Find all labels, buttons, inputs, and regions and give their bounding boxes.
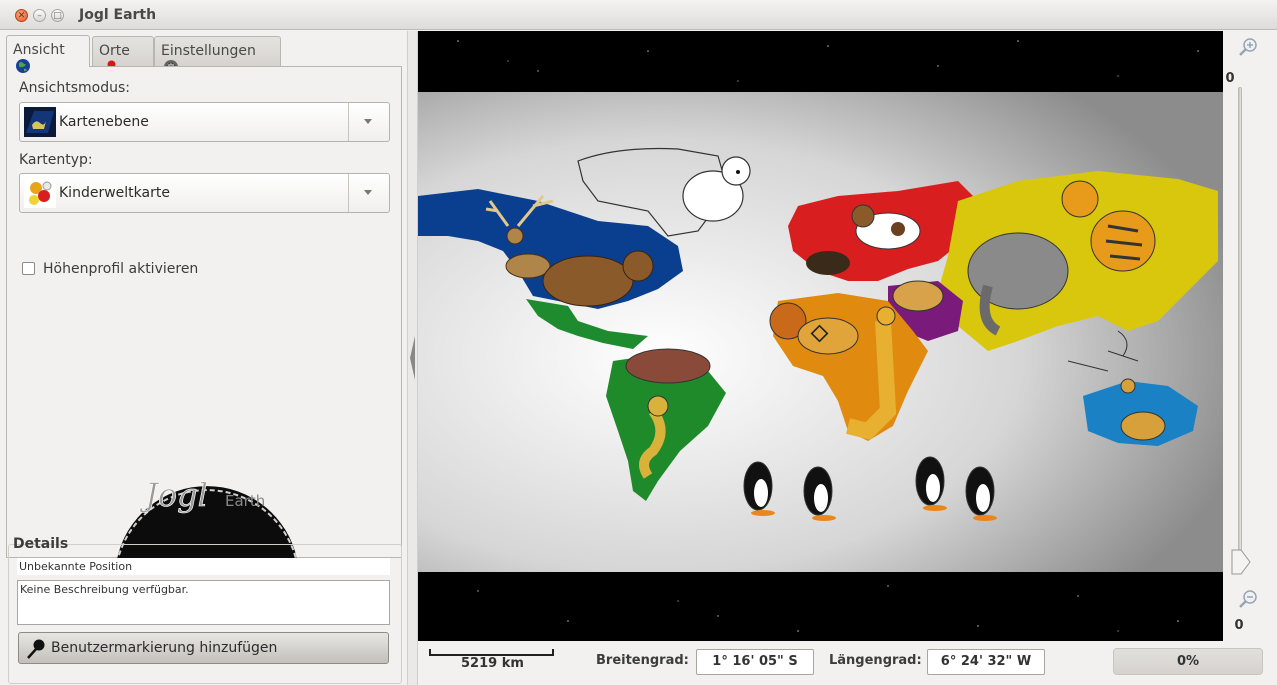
status-bar: 5219 km Breitengrad: 1° 16' 05" S Längen… <box>418 641 1277 685</box>
kids-map-thumbnail-icon <box>24 178 56 208</box>
zoom-min-value: 0 <box>1234 618 1244 633</box>
chevron-down-icon[interactable] <box>364 190 372 195</box>
details-title: Details <box>13 536 69 552</box>
combo-separator <box>348 103 349 141</box>
zoom-slider-track[interactable] <box>1238 87 1242 557</box>
tab-einstellungen[interactable]: Einstellungen <box>154 36 281 74</box>
window-titlebar: ✕ – □ Jogl Earth <box>0 0 1277 30</box>
position-name-field: Unbekannte Position <box>17 558 390 575</box>
world-map-canvas[interactable] <box>418 31 1223 641</box>
loading-progress-bar: 0% <box>1113 648 1263 675</box>
armadillo-figure <box>625 348 711 384</box>
scale-label: 5219 km <box>461 656 524 671</box>
maximize-window-button[interactable]: □ <box>51 9 64 22</box>
longitude-field: 6° 24' 32" W <box>927 649 1045 675</box>
combo-separator <box>348 174 349 212</box>
tab-label: Orte <box>99 43 130 59</box>
minimize-window-button[interactable]: – <box>33 9 46 22</box>
description-field[interactable]: Keine Beschreibung verfügbar. <box>17 580 390 625</box>
elevation-checkbox[interactable] <box>22 262 35 275</box>
tab-label: Ansicht <box>13 42 65 58</box>
chevron-down-icon[interactable] <box>364 119 372 124</box>
add-user-marker-label: Benutzermarkierung hinzufügen <box>51 640 278 656</box>
latitude-label: Breitengrad: <box>596 653 689 668</box>
tab-pane-ansicht: Ansichtsmodus: Kartenebene Kartentyp: Ki… <box>6 66 402 559</box>
map-type-label: Kartentyp: <box>19 152 93 168</box>
view-mode-value: Kartenebene <box>59 114 149 130</box>
window-title: Jogl Earth <box>79 7 157 23</box>
zoom-in-icon[interactable] <box>1237 36 1259 58</box>
camel-figure <box>892 280 944 312</box>
left-panel: Ansicht Orte Einstellungen Ansichtsmodus… <box>0 31 407 685</box>
longitude-label: Längengrad: <box>829 653 922 668</box>
close-window-button[interactable]: ✕ <box>15 9 28 22</box>
zoom-slider-handle[interactable] <box>1231 548 1251 576</box>
pin-icon <box>27 639 45 659</box>
collapse-arrow-icon[interactable] <box>410 336 415 380</box>
elevation-checkbox-label[interactable]: Höhenprofil aktivieren <box>43 261 198 277</box>
panel-splitter[interactable] <box>407 31 418 685</box>
view-mode-label: Ansichtsmodus: <box>19 80 130 96</box>
zoom-panel: 0 0 <box>1223 31 1277 641</box>
tab-ansicht[interactable]: Ansicht <box>6 35 90 73</box>
globe-icon <box>16 59 30 73</box>
logo-text: Jogl <box>139 476 208 514</box>
zoom-out-icon[interactable] <box>1237 588 1259 610</box>
latitude-field: 1° 16' 05" S <box>696 649 814 675</box>
tab-label: Einstellungen <box>161 43 256 59</box>
map-type-combobox[interactable]: Kinderweltkarte <box>19 173 390 213</box>
add-user-marker-button[interactable]: Benutzermarkierung hinzufügen <box>18 632 389 664</box>
hedgehog-figure <box>806 251 850 275</box>
zoom-max-value: 0 <box>1225 71 1235 86</box>
map-plane-thumbnail-icon <box>24 107 56 137</box>
globe-view[interactable] <box>418 31 1223 641</box>
view-mode-combobox[interactable]: Kartenebene <box>19 102 390 142</box>
tab-orte[interactable]: Orte <box>92 36 154 74</box>
map-type-value: Kinderweltkarte <box>59 185 170 201</box>
scale-bar <box>429 649 554 656</box>
logo-subtext: Earth <box>225 492 265 510</box>
